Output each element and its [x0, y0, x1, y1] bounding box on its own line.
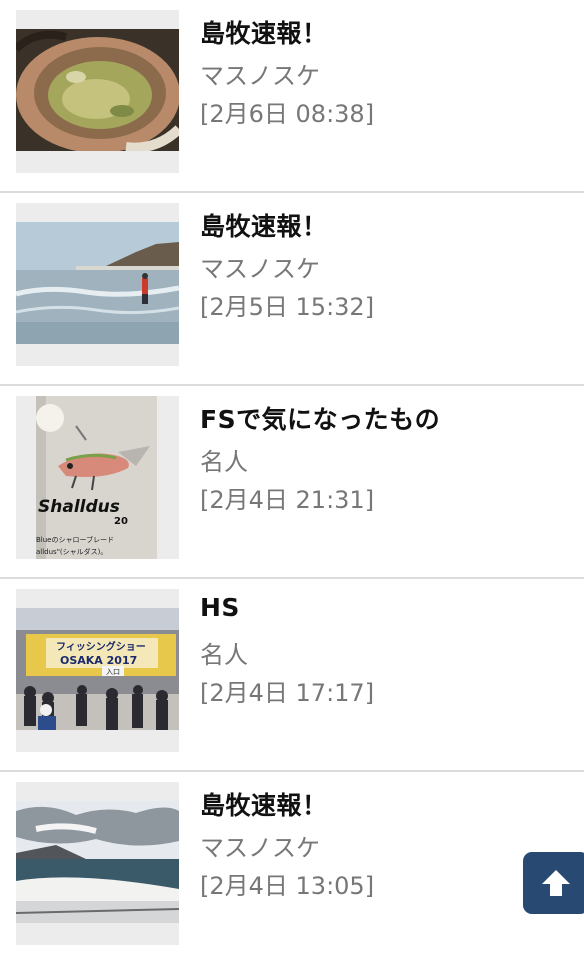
post-date: [2月4日 13:05]: [200, 872, 375, 900]
lure-brand-text: Shalldus: [38, 497, 120, 517]
show-banner-line-1: フィッシングショー: [56, 640, 146, 653]
post-title[interactable]: FSで気になったもの: [200, 400, 440, 436]
post-title[interactable]: 島牧速報！: [200, 786, 328, 822]
post-thumbnail[interactable]: Shalldus 20 Blueのシャローブレード alldus"(シャルダス)…: [16, 396, 179, 559]
post-date: [2月4日 17:17]: [200, 679, 375, 707]
crab-shell-photo-icon: [16, 29, 179, 151]
beach-angler-photo-icon: [16, 222, 179, 344]
post-author: マスノスケ: [200, 62, 320, 90]
post-thumbnail[interactable]: [16, 782, 179, 945]
snowy-coast-photo-icon: [16, 801, 179, 923]
post-title[interactable]: HS: [200, 593, 240, 622]
post-author: マスノスケ: [200, 255, 320, 283]
lure-caption-line-1: Blueのシャローブレード: [36, 535, 114, 544]
post-title[interactable]: 島牧速報！: [200, 207, 328, 243]
post-author: 名人: [200, 448, 248, 476]
post-thumbnail[interactable]: フィッシングショー OSAKA 2017 入口: [16, 589, 179, 752]
lure-catalog-photo-icon: Shalldus 20 Blueのシャローブレード alldus"(シャルダス)…: [36, 396, 157, 559]
list-item[interactable]: フィッシングショー OSAKA 2017 入口 HS 名人 [2月4日 17:1…: [0, 579, 584, 772]
post-thumbnail[interactable]: [16, 10, 179, 173]
arrow-up-icon: [542, 870, 570, 896]
lure-model-text: 20: [114, 516, 128, 527]
show-banner-line-2: OSAKA 2017: [60, 654, 137, 667]
lure-caption-line-2: alldus"(シャルダス)。: [36, 547, 107, 556]
post-title[interactable]: 島牧速報！: [200, 14, 328, 50]
post-date: [2月5日 15:32]: [200, 293, 375, 321]
list-item[interactable]: 島牧速報！ マスノスケ [2月6日 08:38]: [0, 0, 584, 193]
fishing-show-photo-icon: フィッシングショー OSAKA 2017 入口: [16, 608, 179, 730]
post-author: 名人: [200, 641, 248, 669]
post-date: [2月6日 08:38]: [200, 100, 375, 128]
scroll-to-top-button[interactable]: [523, 852, 584, 914]
post-author: マスノスケ: [200, 834, 320, 862]
post-thumbnail[interactable]: [16, 203, 179, 366]
post-date: [2月4日 21:31]: [200, 486, 375, 514]
show-entrance-label: 入口: [106, 668, 120, 676]
list-item[interactable]: 島牧速報！ マスノスケ [2月4日 13:05]: [0, 772, 584, 965]
list-item[interactable]: 島牧速報！ マスノスケ [2月5日 15:32]: [0, 193, 584, 386]
post-list: 島牧速報！ マスノスケ [2月6日 08:38] 島牧速報！ マスノスケ [2月…: [0, 0, 584, 965]
list-item[interactable]: Shalldus 20 Blueのシャローブレード alldus"(シャルダス)…: [0, 386, 584, 579]
